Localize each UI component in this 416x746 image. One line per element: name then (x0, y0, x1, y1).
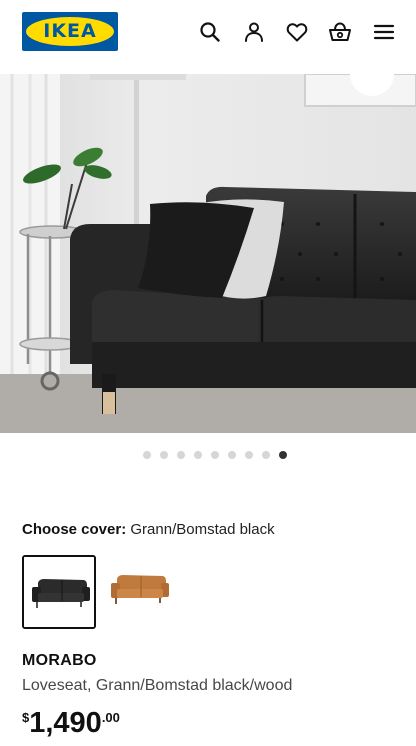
logo-text: IKEA (43, 20, 97, 42)
profile-icon[interactable] (242, 20, 266, 44)
cover-value: Grann/Bomstad black (130, 521, 275, 538)
price-cents: .00 (101, 710, 120, 725)
product-hero-image[interactable] (0, 74, 416, 433)
carousel-dot[interactable] (142, 451, 151, 459)
search-icon[interactable] (198, 20, 222, 44)
price-main: 1,490 (29, 707, 102, 739)
sofa-photo (0, 74, 416, 433)
carousel-dot[interactable] (261, 451, 270, 459)
product-price: $1,490.00 (22, 707, 120, 740)
carousel-dot[interactable] (176, 451, 185, 459)
cover-option-black[interactable] (22, 555, 96, 629)
carousel-dot[interactable] (227, 451, 236, 459)
carousel-dot-active[interactable] (278, 451, 287, 459)
carousel-dot[interactable] (244, 451, 253, 459)
carousel-dots (0, 451, 416, 463)
cover-label: Choose cover: (22, 521, 127, 538)
heart-icon[interactable] (285, 20, 309, 44)
ikea-logo[interactable]: IKEA (22, 12, 118, 51)
app-header: IKEA (0, 0, 416, 74)
product-name: MORABO (22, 652, 97, 669)
carousel-dot[interactable] (159, 451, 168, 459)
cover-option-golden-brown[interactable] (103, 555, 177, 629)
black-sofa-thumbnail (24, 557, 94, 627)
cover-selection-label: Choose cover: Grann/Bomstad black (22, 521, 275, 538)
carousel-dot[interactable] (193, 451, 202, 459)
price-currency: $ (22, 710, 30, 725)
product-description: Loveseat, Grann/Bomstad black/wood (22, 677, 293, 694)
brown-sofa-thumbnail (103, 555, 177, 629)
menu-icon[interactable] (372, 20, 396, 44)
carousel-dot[interactable] (210, 451, 219, 459)
basket-icon[interactable] (328, 20, 352, 44)
